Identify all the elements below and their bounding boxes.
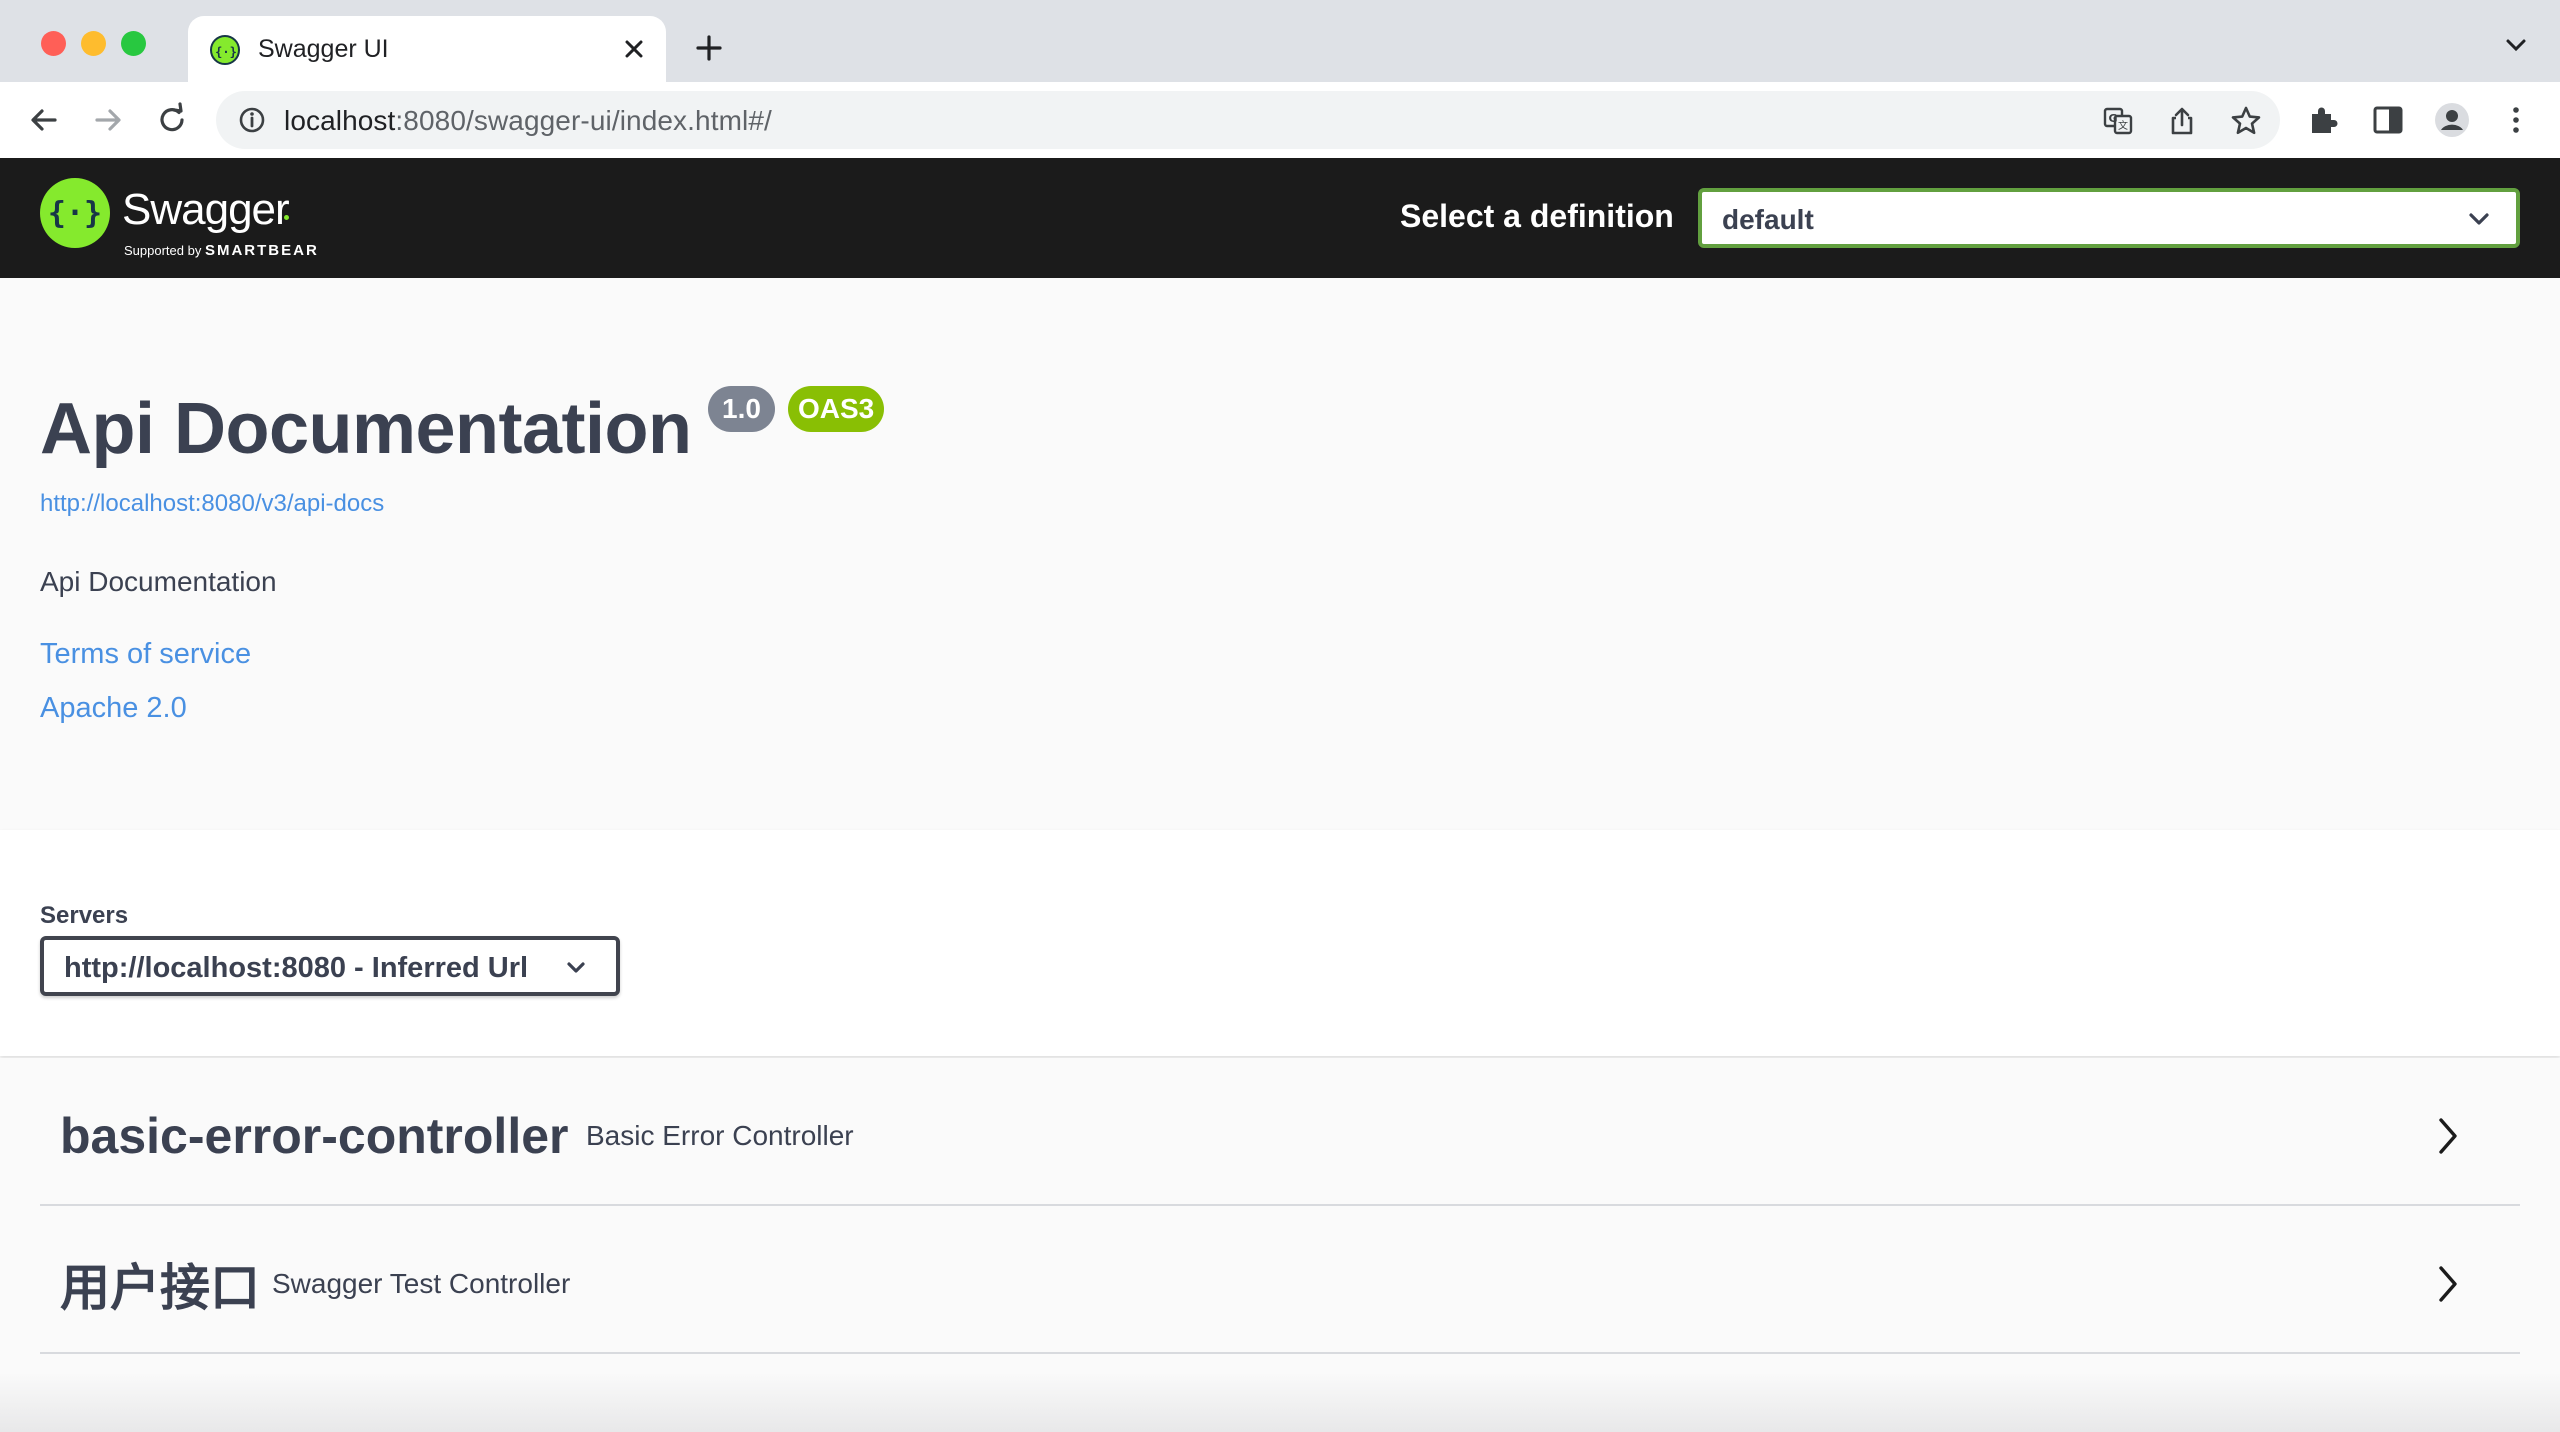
tab-title: Swagger UI — [258, 35, 389, 63]
servers-section: Servers http://localhost:8080 - Inferred… — [0, 830, 2560, 1056]
tag-name: 用户接口 — [60, 1260, 260, 1316]
smartbear-wordmark: SMARTBEAR — [204, 242, 319, 259]
supported-by-text: Supported by — [124, 243, 202, 258]
api-docs-link[interactable]: http://localhost:8080/v3/api-docs — [40, 490, 384, 518]
svg-text:{·}: {·} — [215, 45, 237, 59]
api-info-section: Api Documentation 1.0 OAS3 http://localh… — [0, 278, 2560, 830]
puzzle-icon[interactable] — [2306, 102, 2342, 138]
definition-label: Select a definition — [1400, 198, 1674, 234]
browser-tab-strip: {·} Swagger UI — [0, 0, 2560, 82]
tag-description: Swagger Test Controller — [272, 1268, 571, 1299]
chevron-right-icon[interactable] — [2436, 1264, 2460, 1304]
swagger-favicon-icon: {·} — [210, 35, 240, 65]
info-icon[interactable] — [238, 106, 266, 134]
svg-text:G: G — [2108, 112, 2117, 125]
tag-name: basic-error-controller — [60, 1108, 569, 1164]
chevron-down-icon — [2466, 208, 2492, 230]
tag-description: Basic Error Controller — [586, 1120, 854, 1151]
swagger-brand: Swagger — [122, 185, 290, 234]
window-minimize-button[interactable] — [81, 31, 106, 56]
browser-toolbar: localhost:8080/swagger-ui/index.html#/ G… — [0, 82, 2560, 158]
window-zoom-button[interactable] — [121, 31, 146, 56]
translate-icon[interactable]: G文 — [2102, 105, 2134, 137]
tab-search-chevron-icon[interactable] — [2502, 36, 2530, 56]
servers-select[interactable]: http://localhost:8080 - Inferred Url — [40, 936, 620, 996]
license-link[interactable]: Apache 2.0 — [40, 692, 187, 725]
window-close-button[interactable] — [41, 31, 66, 56]
tag-section-user-interface[interactable]: 用户接口 Swagger Test Controller — [40, 1206, 2520, 1354]
reload-icon[interactable] — [152, 100, 192, 140]
swagger-brand-dot — [284, 215, 289, 220]
swagger-logo-icon[interactable]: {·} — [40, 178, 110, 248]
url-path: :8080/swagger-ui/index.html#/ — [395, 105, 772, 136]
svg-text:文: 文 — [2118, 119, 2128, 132]
chevron-down-icon — [564, 958, 588, 978]
servers-select-value: http://localhost:8080 - Inferred Url — [64, 952, 529, 984]
browser-tab-active[interactable]: {·} Swagger UI — [188, 16, 666, 82]
tab-close-icon[interactable] — [618, 33, 650, 65]
api-description: Api Documentation — [40, 566, 277, 597]
share-icon[interactable] — [2166, 105, 2198, 137]
tag-section-basic-error-controller[interactable]: basic-error-controller Basic Error Contr… — [40, 1058, 2520, 1206]
swagger-topbar: {·} Swagger Supported by SMARTBEAR Selec… — [0, 158, 2560, 278]
svg-text:{·}: {·} — [50, 196, 100, 231]
new-tab-plus-icon[interactable] — [692, 31, 726, 65]
arrow-right-icon[interactable] — [88, 100, 128, 140]
scroll-shadow — [0, 1372, 2560, 1432]
page-title: Api Documentation — [40, 389, 692, 469]
oas-badge: OAS3 — [788, 386, 885, 432]
url-text: localhost:8080/swagger-ui/index.html#/ — [284, 105, 772, 137]
terms-of-service-link[interactable]: Terms of service — [40, 638, 251, 671]
arrow-left-icon[interactable] — [24, 100, 64, 140]
side-panel-icon[interactable] — [2370, 102, 2406, 138]
definition-select-value: default — [1722, 204, 1814, 235]
supported-by-smartbear: Supported by SMARTBEAR — [124, 242, 319, 259]
url-host: localhost — [284, 105, 396, 136]
servers-label: Servers — [40, 902, 129, 929]
profile-icon[interactable] — [2434, 102, 2470, 138]
star-icon[interactable] — [2230, 105, 2262, 137]
definition-select[interactable]: default — [1698, 188, 2520, 248]
chevron-right-icon[interactable] — [2436, 1116, 2460, 1156]
operations-tags: basic-error-controller Basic Error Contr… — [0, 1058, 2560, 1432]
address-bar[interactable]: localhost:8080/swagger-ui/index.html#/ G… — [216, 91, 2280, 149]
kebab-menu-icon[interactable] — [2498, 102, 2534, 138]
version-badge: 1.0 — [708, 386, 775, 432]
